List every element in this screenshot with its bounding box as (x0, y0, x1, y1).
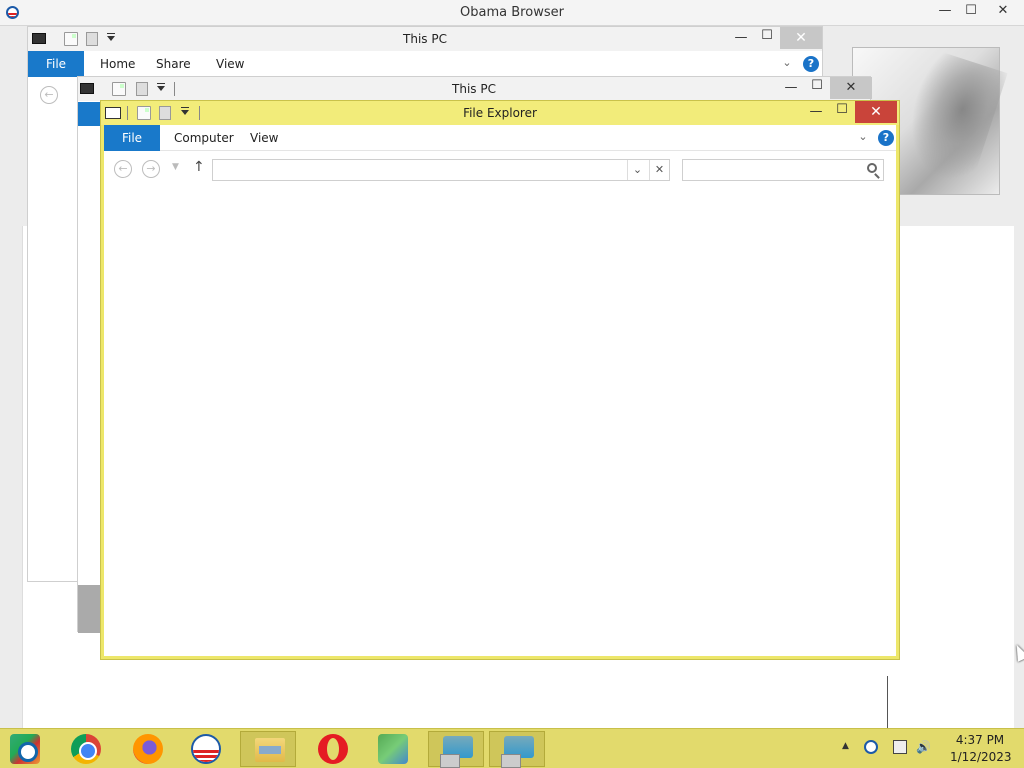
back-arrow-icon: ← (40, 86, 58, 104)
firefox-icon (133, 734, 163, 764)
taskbar-this-pc-2[interactable] (489, 731, 545, 768)
maximize-button[interactable]: ☐ (754, 25, 780, 47)
address-dropdown-button[interactable]: ⌄ (627, 160, 647, 180)
window-title: This PC (403, 32, 447, 46)
help-icon[interactable]: ? (803, 56, 819, 72)
computer-icon (440, 736, 473, 768)
browser-maximize-button[interactable]: ☐ (958, 0, 984, 22)
tab-share[interactable]: Share (146, 51, 201, 77)
address-clear-button[interactable]: ✕ (649, 160, 669, 180)
computer-icon (501, 736, 534, 768)
address-bar[interactable]: ⌄ ✕ (212, 159, 670, 181)
up-button[interactable]: ↑ (193, 159, 205, 175)
file-explorer-window[interactable]: File Explorer — ☐ ✕ File Computer View ⌄… (100, 100, 900, 660)
taskbar: ▲ 🔊 4:37 PM 1/12/2023 (0, 728, 1024, 768)
close-button[interactable]: ✕ (780, 27, 822, 49)
taskbar-obama-browser[interactable] (177, 731, 233, 767)
tab-file[interactable]: File (28, 51, 84, 77)
minimize-button[interactable]: — (728, 27, 754, 49)
taskbar-chrome[interactable] (57, 731, 113, 767)
search-input[interactable] (682, 159, 884, 181)
taskbar-file-explorer[interactable] (240, 731, 296, 767)
window-content-sliver (78, 585, 100, 633)
help-icon[interactable]: ? (878, 130, 894, 146)
tab-computer[interactable]: Computer (164, 125, 244, 151)
taskbar-firefox[interactable] (119, 731, 175, 767)
maximize-button[interactable]: ☐ (804, 75, 830, 97)
clock-time[interactable]: 4:37 PM (950, 733, 1010, 747)
tab-view[interactable]: View (206, 51, 254, 77)
search-icon[interactable] (867, 163, 877, 173)
folder-icon (255, 738, 285, 762)
people-icon (378, 734, 408, 764)
opera-icon (318, 734, 348, 764)
expand-ribbon-icon[interactable]: ⌄ (856, 130, 870, 144)
tab-file-sliver (78, 102, 102, 126)
window-title: File Explorer (463, 106, 537, 120)
browser-minimize-button[interactable]: — (932, 0, 958, 22)
browser-title: Obama Browser (460, 5, 564, 20)
window-titlebar[interactable]: This PC — ☐ ✕ (78, 75, 872, 101)
ribbon-tabs: File Computer View ⌄ ? (104, 125, 896, 151)
minimize-button[interactable]: — (778, 77, 804, 99)
clock-date[interactable]: 1/12/2023 (950, 750, 1012, 764)
taskbar-opera[interactable] (304, 731, 360, 767)
start-button[interactable] (0, 731, 56, 767)
volume-icon[interactable]: 🔊 (916, 740, 932, 754)
obama-logo-icon (191, 734, 221, 764)
browser-titlebar[interactable]: Obama Browser — ☐ ✕ (0, 0, 1024, 26)
close-button[interactable]: ✕ (830, 77, 872, 99)
divider-line (887, 676, 888, 728)
chrome-icon (71, 734, 101, 764)
ribbon-tabs: File Home Share View ⌄ ? (28, 51, 822, 77)
window-title: This PC (452, 82, 496, 96)
minimize-button[interactable]: — (803, 101, 829, 123)
recent-locations-button[interactable]: ▼ (172, 162, 179, 172)
network-icon[interactable] (893, 740, 907, 754)
tab-view[interactable]: View (240, 125, 288, 151)
tab-home[interactable]: Home (90, 51, 145, 77)
expand-ribbon-icon[interactable]: ⌄ (780, 56, 794, 70)
navigation-bar: ← → ▼ ↑ ⌄ ✕ (104, 156, 896, 184)
taskbar-this-pc-1[interactable] (428, 731, 484, 768)
close-button[interactable]: ✕ (855, 101, 897, 123)
forward-button[interactable]: → (142, 160, 160, 178)
explorer-body: File Computer View ⌄ ? ← → ▼ ↑ ⌄ ✕ (104, 125, 896, 656)
start-logo-icon (10, 734, 40, 764)
tab-file[interactable]: File (104, 125, 160, 151)
file-list-area[interactable] (104, 187, 896, 656)
obama-tray-icon[interactable] (864, 740, 878, 754)
browser-close-button[interactable]: ✕ (986, 0, 1020, 22)
maximize-button[interactable]: ☐ (829, 99, 855, 121)
back-button[interactable]: ← (114, 160, 132, 178)
window-titlebar[interactable]: This PC — ☐ ✕ (28, 27, 822, 51)
taskbar-people[interactable] (364, 731, 420, 767)
show-hidden-icons-button[interactable]: ▲ (842, 741, 849, 751)
window-titlebar[interactable]: File Explorer — ☐ ✕ (101, 101, 899, 125)
